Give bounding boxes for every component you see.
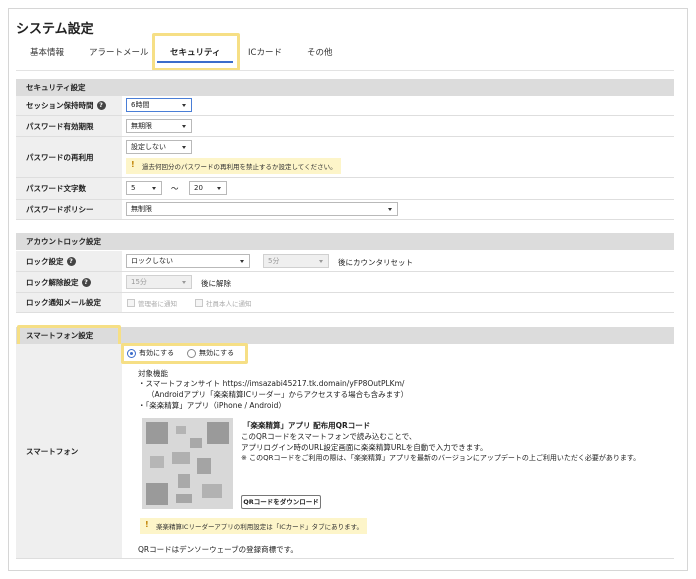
reset-minutes-select[interactable]: 5分: [263, 254, 329, 268]
security-section-header: セキュリティ設定: [16, 79, 674, 96]
chevron-down-icon: [319, 260, 323, 263]
chevron-down-icon: [388, 208, 392, 211]
help-icon[interactable]: ?: [66, 256, 76, 266]
password-expiry-label: パスワード有効期限: [16, 116, 122, 136]
help-icon[interactable]: ?: [96, 101, 106, 110]
password-length-row: パスワード文字数: [16, 178, 674, 200]
target-line-2: （Androidアプリ「楽楽精算ICリーダー」からアクセスする場合も含みます）: [147, 390, 409, 399]
qr-desc-1: このQRコードをスマートフォンで読み込むことで、: [241, 432, 417, 441]
chevron-down-icon: [182, 146, 186, 149]
lock-setting-label: ロック設定?: [16, 251, 122, 271]
password-length-max-select[interactable]: 20: [189, 181, 227, 195]
password-expiry-select[interactable]: 無期限: [126, 119, 192, 133]
chevron-down-icon: [217, 187, 221, 190]
session-row: セッション保持時間?: [16, 96, 674, 116]
password-length-label: パスワード文字数: [16, 178, 122, 199]
tab-ic-card[interactable]: ICカード: [248, 46, 282, 58]
notify-employee-checkbox[interactable]: 社員本人に通知: [195, 298, 252, 308]
qr-desc-3: ※ このQRコードをご利用の際は、「楽楽精算」アプリを最新のバージョンにアップデ…: [241, 454, 641, 462]
chevron-down-icon: [182, 281, 186, 284]
qr-code-image: [142, 418, 233, 509]
tab-basic-info[interactable]: 基本情報: [30, 46, 64, 58]
warning-icon: !: [131, 160, 135, 169]
password-reuse-select[interactable]: 設定しない: [126, 140, 192, 154]
tab-divider: [16, 70, 674, 71]
page-title: システム設定: [16, 22, 94, 37]
unlock-minutes-select[interactable]: 15分: [126, 275, 192, 289]
unlock-suffix: 後に解除: [201, 279, 231, 288]
chevron-down-icon: [240, 260, 244, 263]
password-reuse-warning: ! 過去何回分のパスワードの再利用を禁止するか設定してください。: [126, 158, 341, 174]
qr-desc-2: アプリログイン時のURL設定画面に楽楽精算URLを自動で入力できます。: [241, 443, 488, 452]
download-qr-button[interactable]: QRコードをダウンロード: [241, 495, 321, 509]
chevron-down-icon: [182, 125, 186, 128]
lock-notify-row: ロック通知メール設定: [16, 293, 674, 313]
qr-trademark-note: QRコードはデンソーウェーブの登録商標です。: [138, 545, 298, 554]
password-reuse-row: パスワードの再利用: [16, 137, 674, 178]
password-policy-select[interactable]: 無制限: [126, 202, 398, 216]
qr-title: 「楽楽精算」アプリ 配布用QRコード: [243, 421, 371, 430]
unlock-setting-row: ロック解除設定?: [16, 272, 674, 293]
tab-alert-mail[interactable]: アラートメール: [89, 46, 149, 58]
smartphone-label: スマートフォン: [16, 344, 122, 558]
lock-notify-label: ロック通知メール設定: [16, 293, 122, 312]
range-separator: ～: [171, 184, 179, 193]
target-line-3: ・「楽楽精算」アプリ（iPhone / Android）: [138, 401, 286, 410]
warning-icon: !: [145, 520, 149, 529]
password-length-min-select[interactable]: 5: [126, 181, 162, 195]
target-line-1: ・スマートフォンサイト https://imsazabi45217.tk.dom…: [138, 379, 405, 388]
chevron-down-icon: [152, 187, 156, 190]
password-reuse-label: パスワードの再利用: [16, 137, 122, 177]
session-label: セッション保持時間?: [16, 96, 122, 115]
account-lock-section-header: アカウントロック設定: [16, 233, 674, 250]
lock-setting-select[interactable]: ロックしない: [126, 254, 250, 268]
ic-card-note: ! 楽楽精算ICリーダーアプリの利用設定は「ICカード」タブにあります。: [140, 518, 368, 534]
reset-suffix: 後にカウンタリセット: [338, 258, 413, 267]
unlock-setting-label: ロック解除設定?: [16, 272, 122, 292]
radio-highlight: [121, 343, 248, 364]
session-select[interactable]: 6時間: [126, 98, 192, 112]
chevron-down-icon: [182, 104, 186, 107]
notify-admin-checkbox[interactable]: 管理者に通知: [127, 298, 177, 308]
tab-other[interactable]: その他: [307, 46, 333, 58]
tab-highlight: [152, 33, 240, 71]
password-policy-label: パスワードポリシー: [16, 200, 122, 219]
password-expiry-row: パスワード有効期限: [16, 116, 674, 137]
help-icon[interactable]: ?: [81, 277, 91, 287]
